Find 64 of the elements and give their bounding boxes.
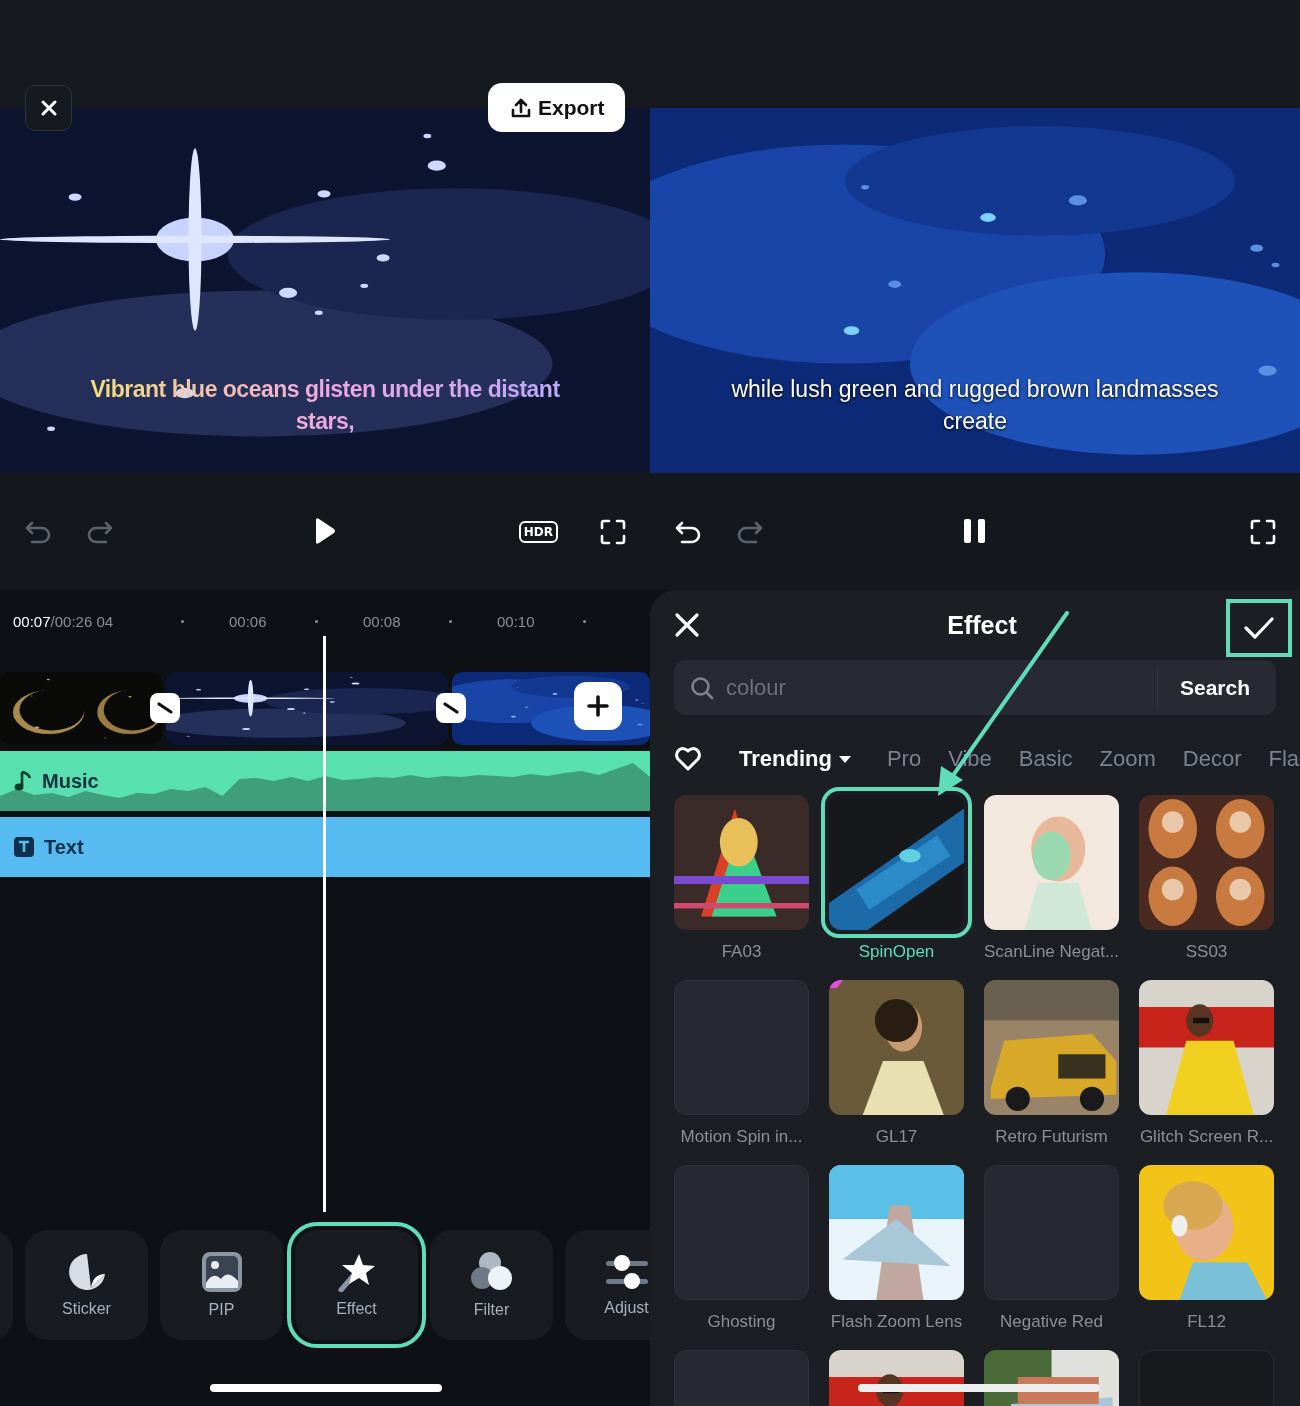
track-label: Text: [44, 835, 84, 859]
close-icon[interactable]: [674, 612, 700, 638]
effect-name: Retro Futurism: [995, 1127, 1108, 1147]
check-icon: [1243, 615, 1275, 641]
track-label: Music: [42, 769, 99, 793]
effect-name: Motion Spin in...: [680, 1127, 803, 1147]
tick-dot: [315, 619, 318, 623]
close-button[interactable]: [25, 85, 72, 131]
music-track[interactable]: Music: [0, 751, 650, 811]
category-tab[interactable]: Pro: [886, 746, 922, 772]
add-clip-button[interactable]: [574, 682, 622, 730]
close-icon: [39, 99, 58, 117]
play-icon[interactable]: [313, 517, 337, 545]
effect-name: SpinOpen: [858, 942, 935, 962]
tick-label: 00:10: [497, 612, 536, 630]
effect-name: FL12: [1187, 1312, 1226, 1332]
music-note-icon: [14, 770, 32, 792]
transition-button[interactable]: [436, 693, 466, 723]
heart-icon[interactable]: [674, 746, 702, 772]
fullscreen-icon[interactable]: [600, 518, 626, 545]
text-icon: [14, 837, 34, 857]
text-track[interactable]: Text: [0, 817, 650, 877]
transition-button[interactable]: [150, 693, 180, 723]
tool-button[interactable]: Filter: [430, 1230, 553, 1340]
confirm-button[interactable]: [1226, 599, 1292, 657]
upload-icon: [510, 96, 532, 119]
sticker-icon: [66, 1252, 107, 1292]
effect-name: ScanLine Negat...: [983, 942, 1120, 962]
effect-name: Flash Zoom Lens: [830, 1312, 963, 1332]
category-tab[interactable]: Decor: [1182, 746, 1242, 772]
sliders-icon: [605, 1253, 648, 1291]
video-caption: while lush green and rugged brown landmasses create: [730, 375, 1220, 436]
panel-title: Effect: [947, 610, 1017, 640]
image-icon: [200, 1251, 243, 1293]
effect-name: SS03: [1185, 942, 1228, 962]
category-tab[interactable]: Fla: [1268, 746, 1300, 772]
tool-button[interactable]: PIP: [160, 1230, 283, 1340]
effect-name: Glitch Screen R...: [1139, 1127, 1274, 1147]
tick-dot: [449, 619, 452, 623]
effect-name: Negative Red: [1000, 1312, 1103, 1332]
search-button[interactable]: Search: [1179, 675, 1250, 700]
tick-label: 00:08: [363, 612, 402, 630]
tool-button[interactable]: Sticker: [25, 1230, 148, 1340]
export-button[interactable]: Export: [488, 83, 625, 132]
time-readout: 00:07/00:26 04: [13, 612, 115, 630]
search-icon: [690, 675, 714, 700]
effect-name: GL17: [875, 1127, 918, 1147]
search-field[interactable]: colour Search: [674, 660, 1276, 715]
tool-button[interactable]: Adjust: [565, 1230, 650, 1340]
category-tab[interactable]: Zoom: [1099, 746, 1156, 772]
category-tab[interactable]: Basic: [1018, 746, 1073, 772]
pause-icon[interactable]: [963, 517, 987, 545]
tick-dot: [583, 619, 586, 623]
hdr-button[interactable]: HDR: [518, 520, 558, 543]
category-tab[interactable]: Trending: [739, 746, 852, 772]
effect-tile[interactable]: [821, 787, 972, 938]
caret-icon: [837, 754, 852, 764]
fullscreen-icon[interactable]: [1250, 518, 1276, 545]
tick-dot: [181, 619, 184, 623]
effect-name: FA03: [721, 942, 762, 962]
filter-icon: [469, 1251, 514, 1293]
effect-name: Ghosting: [707, 1312, 776, 1332]
magic-wand-icon: [336, 1252, 377, 1292]
tick-label: 00:06: [229, 612, 268, 630]
